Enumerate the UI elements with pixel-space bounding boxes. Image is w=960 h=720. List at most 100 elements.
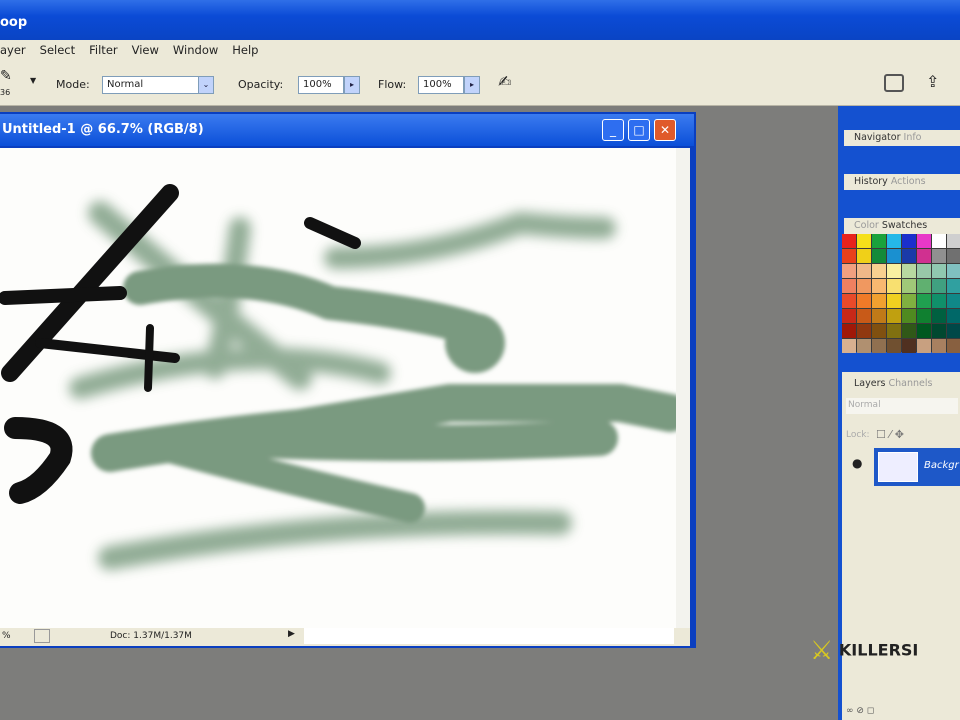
tab-color[interactable]: Color bbox=[854, 220, 879, 231]
swatch[interactable] bbox=[917, 294, 931, 308]
swatch[interactable] bbox=[857, 294, 871, 308]
swatch[interactable] bbox=[902, 324, 916, 338]
tab-navigator[interactable]: Navigator Info bbox=[844, 130, 960, 146]
flow-slider-button[interactable]: ▸ bbox=[464, 76, 480, 94]
swatch[interactable] bbox=[947, 264, 960, 278]
maximize-button[interactable]: □ bbox=[628, 119, 650, 141]
swatch[interactable] bbox=[932, 249, 946, 263]
swatch[interactable] bbox=[932, 234, 946, 248]
swatch[interactable] bbox=[887, 309, 901, 323]
swatch[interactable] bbox=[932, 279, 946, 293]
chevron-down-icon[interactable]: ⌄ bbox=[198, 76, 214, 94]
swatch[interactable] bbox=[857, 309, 871, 323]
swatch[interactable] bbox=[917, 234, 931, 248]
swatch[interactable] bbox=[887, 339, 901, 353]
swatch[interactable] bbox=[842, 309, 856, 323]
tab-channels[interactable]: Channels bbox=[888, 378, 932, 389]
swatch[interactable] bbox=[842, 234, 856, 248]
brush-preset-icon[interactable]: ✎ bbox=[0, 68, 12, 84]
swatch[interactable] bbox=[917, 249, 931, 263]
layer-row-background[interactable]: Backgr bbox=[874, 448, 960, 486]
swatch[interactable] bbox=[947, 234, 960, 248]
swatch[interactable] bbox=[932, 339, 946, 353]
airbrush-icon[interactable]: ✍ bbox=[498, 72, 511, 91]
swatch[interactable] bbox=[872, 249, 886, 263]
mode-select[interactable]: Normal bbox=[102, 76, 202, 94]
swatch[interactable] bbox=[887, 294, 901, 308]
swatch[interactable] bbox=[947, 339, 960, 353]
close-button[interactable]: ✕ bbox=[654, 119, 676, 141]
swatch[interactable] bbox=[932, 309, 946, 323]
swatch[interactable] bbox=[872, 234, 886, 248]
swatch[interactable] bbox=[902, 339, 916, 353]
opacity-slider-button[interactable]: ▸ bbox=[344, 76, 360, 94]
swatch[interactable] bbox=[857, 339, 871, 353]
menu-view[interactable]: View bbox=[132, 43, 159, 62]
swatch[interactable] bbox=[902, 249, 916, 263]
tab-layers[interactable]: Layers Channels bbox=[844, 376, 958, 392]
swatch[interactable] bbox=[917, 309, 931, 323]
palette-well-icon[interactable] bbox=[884, 74, 904, 92]
swatch[interactable] bbox=[887, 279, 901, 293]
swatch[interactable] bbox=[947, 279, 960, 293]
swatch[interactable] bbox=[842, 294, 856, 308]
swatch[interactable] bbox=[857, 264, 871, 278]
swatch[interactable] bbox=[887, 234, 901, 248]
zoom-level[interactable]: % bbox=[2, 631, 11, 641]
swatch[interactable] bbox=[872, 324, 886, 338]
menu-select[interactable]: Select bbox=[40, 43, 75, 62]
blend-mode-select[interactable]: Normal bbox=[846, 398, 958, 414]
swatch[interactable] bbox=[887, 264, 901, 278]
swatch[interactable] bbox=[917, 279, 931, 293]
flow-input[interactable]: 100% bbox=[418, 76, 464, 94]
quick-mask-icon[interactable] bbox=[34, 629, 50, 643]
swatch[interactable] bbox=[947, 294, 960, 308]
swatch[interactable] bbox=[932, 264, 946, 278]
lock-icons[interactable]: ☐ ⁄ ✥ bbox=[876, 428, 904, 441]
swatch[interactable] bbox=[872, 264, 886, 278]
swatch[interactable] bbox=[872, 309, 886, 323]
swatch[interactable] bbox=[932, 324, 946, 338]
swatch[interactable] bbox=[842, 264, 856, 278]
swatch[interactable] bbox=[857, 234, 871, 248]
swatch[interactable] bbox=[917, 339, 931, 353]
swatch[interactable] bbox=[947, 309, 960, 323]
tab-info[interactable]: Info bbox=[904, 132, 922, 143]
menu-filter[interactable]: Filter bbox=[89, 43, 117, 62]
swatch[interactable] bbox=[842, 249, 856, 263]
menu-window[interactable]: Window bbox=[173, 43, 218, 62]
swatch[interactable] bbox=[947, 324, 960, 338]
minimize-button[interactable]: _ bbox=[602, 119, 624, 141]
canvas[interactable] bbox=[0, 148, 676, 628]
eye-icon[interactable]: ● bbox=[852, 456, 862, 470]
opacity-input[interactable]: 100% bbox=[298, 76, 344, 94]
swatch[interactable] bbox=[857, 279, 871, 293]
status-menu-arrow-icon[interactable]: ▶ bbox=[288, 629, 295, 639]
tab-history[interactable]: History Actions bbox=[844, 174, 960, 190]
bridge-icon[interactable]: ⇪ bbox=[926, 72, 939, 91]
tab-swatches[interactable]: Color Swatches bbox=[844, 218, 960, 234]
swatch[interactable] bbox=[872, 294, 886, 308]
tab-actions[interactable]: Actions bbox=[891, 176, 926, 187]
swatch[interactable] bbox=[872, 339, 886, 353]
swatch[interactable] bbox=[857, 324, 871, 338]
swatch[interactable] bbox=[842, 339, 856, 353]
swatch[interactable] bbox=[902, 234, 916, 248]
swatch[interactable] bbox=[842, 279, 856, 293]
swatch[interactable] bbox=[902, 264, 916, 278]
swatch[interactable] bbox=[902, 279, 916, 293]
brush-dropdown-icon[interactable]: ▼ bbox=[30, 76, 36, 85]
swatch[interactable] bbox=[872, 279, 886, 293]
swatch[interactable] bbox=[902, 294, 916, 308]
swatch[interactable] bbox=[917, 324, 931, 338]
swatch[interactable] bbox=[842, 324, 856, 338]
swatch[interactable] bbox=[932, 294, 946, 308]
swatch[interactable] bbox=[887, 249, 901, 263]
swatch[interactable] bbox=[917, 264, 931, 278]
swatch[interactable] bbox=[857, 249, 871, 263]
vertical-scrollbar[interactable] bbox=[676, 148, 690, 628]
horizontal-scrollbar[interactable] bbox=[304, 628, 674, 644]
swatch[interactable] bbox=[947, 249, 960, 263]
menu-help[interactable]: Help bbox=[232, 43, 258, 62]
swatch[interactable] bbox=[887, 324, 901, 338]
